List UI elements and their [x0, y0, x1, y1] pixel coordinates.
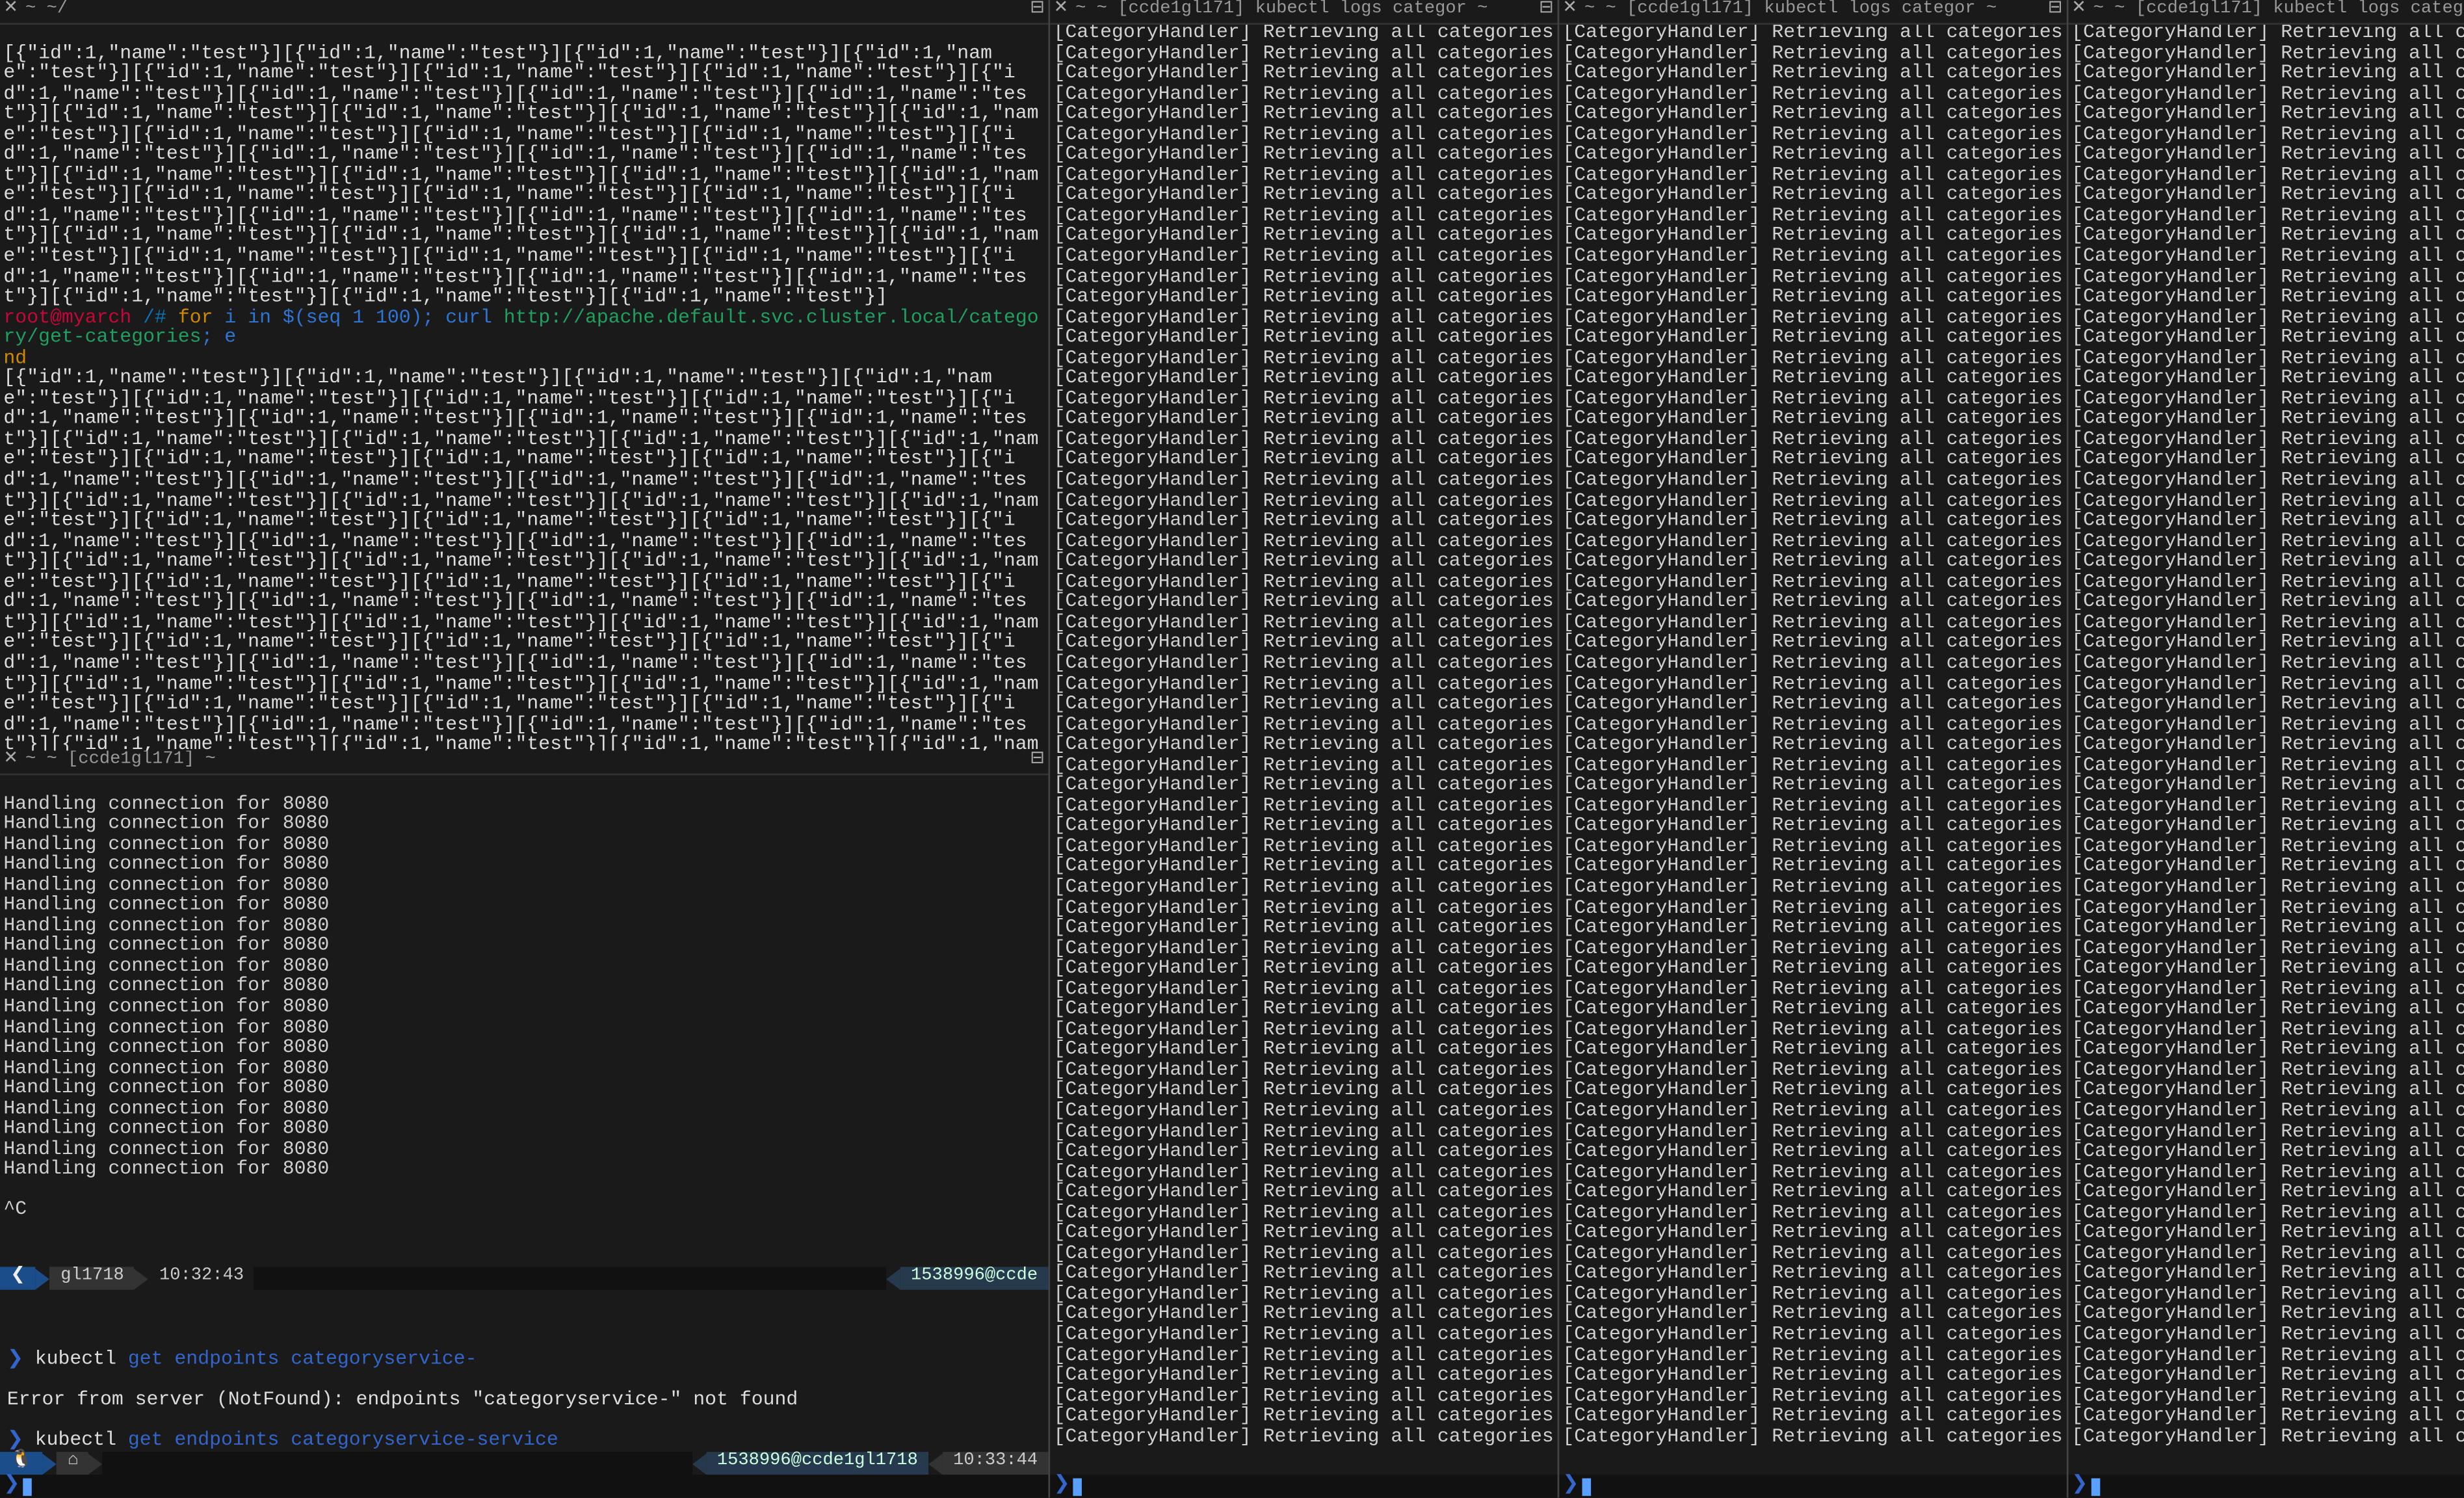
log-output: [CategoryHandler] Retrieving all categor… [1562, 25, 2062, 1449]
kubectl-cmd1: kubectl [35, 1349, 128, 1371]
status-right: 1538996@ccde [900, 1267, 1049, 1290]
json-output-mid: [{"id":1,"name":"test"}][{"id":1,"name":… [3, 369, 1038, 750]
log-pane-2[interactable]: ✕ ~ ~ [ccde1gl171] kubectl logs categor … [1557, 0, 2066, 1498]
prompt-chevron-icon: ❯ [1562, 1476, 1579, 1496]
menu-icon[interactable]: ⊟ [2048, 2, 2063, 20]
close-icon[interactable]: ✕ [2071, 2, 2086, 20]
logs-area: ✕ ~ ~ [ccde1gl171] kubectl logs categor … [1050, 0, 2464, 1498]
cursor [23, 1477, 33, 1495]
kubectl-cmd2-args: get endpoints categoryservice-service [128, 1430, 558, 1452]
menu-icon[interactable]: ⊟ [1030, 753, 1045, 771]
menu-icon[interactable]: ⊟ [1030, 2, 1045, 20]
log2-body[interactable]: [CategoryHandler] Retrieving all categor… [1559, 25, 2066, 1475]
close-icon[interactable]: ✕ [1054, 2, 1069, 20]
status-time: 10:32:43 [149, 1267, 255, 1290]
cursor [2091, 1477, 2101, 1495]
log1-body[interactable]: [CategoryHandler] Retrieving all categor… [1050, 25, 1557, 1475]
close-icon[interactable]: ✕ [1562, 2, 1577, 20]
prompt-host: root@myarch [3, 308, 131, 329]
kubectl-cmd1-args: get endpoints categoryservice- [128, 1349, 477, 1371]
cursor [1073, 1477, 1082, 1495]
for-loop-body: i in $(seq 1 100); curl [213, 308, 504, 329]
prompt-chevron-icon: ❯ [1054, 1476, 1070, 1496]
status-home-icon: ⌂ [57, 1452, 89, 1475]
log1-bottombar[interactable]: ❯ [1050, 1475, 1557, 1497]
for-keyword: for [178, 308, 213, 329]
close-icon[interactable]: ✕ [3, 753, 18, 771]
log-output: [CategoryHandler] Retrieving all categor… [2071, 25, 2464, 1449]
log3-title: ~ ~ [ccde1gl171] kubectl logs categor ~ [2093, 2, 2464, 20]
titlebar-log2: ✕ ~ ~ [ccde1gl171] kubectl logs categor … [1559, 0, 2066, 25]
status-user-host: 1538996@ccde1gl1718 [707, 1452, 929, 1475]
log2-title: ~ ~ [ccde1gl171] kubectl logs categor ~ [1584, 2, 1997, 20]
log1-title: ~ ~ [ccde1gl171] kubectl logs categor ~ [1075, 2, 1488, 20]
cursor [1582, 1477, 1592, 1495]
close-icon[interactable]: ✕ [3, 2, 18, 20]
pane1-body[interactable]: [{"id":1,"name":"test"}][{"id":1,"name":… [0, 25, 1048, 751]
titlebar-pane1: ✕ ~ ~/ ⊟ [0, 0, 1048, 25]
log-pane-3[interactable]: ✕ ~ ~ [ccde1gl171] kubectl logs categor … [2066, 0, 2464, 1498]
log-pane-1[interactable]: ✕ ~ ~ [ccde1gl171] kubectl logs categor … [1050, 0, 1557, 1498]
status-clock: 10:33:44 [943, 1452, 1049, 1475]
pane-kubectl[interactable]: ✕ ~ ~ [ccde1gl171] ~ ⊟ Handling connecti… [0, 750, 1048, 1497]
status-host-seg: gl1718 [50, 1267, 135, 1290]
kubectl-error: Error from server (NotFound): endpoints … [7, 1392, 1042, 1412]
left-bottombar[interactable]: ❯ [0, 1475, 1048, 1497]
ctrl-c: ^C [3, 1201, 27, 1222]
pane2-title: ~ ~ [ccde1gl171] ~ [25, 753, 216, 771]
prompt-dir: /# [143, 308, 166, 329]
titlebar-pane2: ✕ ~ ~ [ccde1gl171] ~ ⊟ [0, 750, 1048, 775]
status-linux-icon: 🐧 [0, 1452, 43, 1475]
left-column: ✕ ~ ~/ ⊟ [{"id":1,"name":"test"}][{"id":… [0, 0, 1050, 1498]
menu-icon[interactable]: ⊟ [1539, 2, 1554, 20]
prompt-chevron-icon: ❯ [3, 1476, 20, 1496]
pane2-statusbar-top: ❮ gl1718 10:32:43 1538996@ccde [0, 1267, 1048, 1290]
pane-curl[interactable]: ✕ ~ ~/ ⊟ [{"id":1,"name":"test"}][{"id":… [0, 0, 1048, 750]
log2-bottombar[interactable]: ❯ [1559, 1475, 2066, 1497]
log-output: [CategoryHandler] Retrieving all categor… [1054, 25, 1554, 1449]
mode-segment: ❮ [0, 1267, 36, 1290]
json-output-top: [{"id":1,"name":"test"}][{"id":1,"name":… [3, 44, 1038, 309]
log3-body[interactable]: [CategoryHandler] Retrieving all categor… [2068, 25, 2464, 1475]
port-forward-output: Handling connection for 8080 Handling co… [3, 794, 329, 1181]
prompt-sigil: ❯ [7, 1430, 23, 1452]
shell-block: ❯ kubectl get endpoints categoryservice-… [3, 1331, 1045, 1452]
pane1-title: ~ ~/ [25, 2, 68, 20]
prompt-sigil: ❯ [7, 1349, 23, 1371]
log3-bottombar[interactable]: ❯ [2068, 1475, 2464, 1497]
prompt-chevron-icon: ❯ [2071, 1476, 2088, 1496]
titlebar-log3: ✕ ~ ~ [ccde1gl171] kubectl logs categor … [2068, 0, 2464, 25]
kubectl-cmd2: kubectl [35, 1430, 128, 1452]
pane2-body[interactable]: Handling connection for 8080 Handling co… [0, 775, 1048, 1452]
cmd-tail: ; e [202, 328, 237, 350]
end-keyword: nd [3, 348, 27, 370]
left-statusbar-bottom: 🐧 ⌂ 1538996@ccde1gl1718 10:33:44 [0, 1452, 1048, 1475]
titlebar-log1: ✕ ~ ~ [ccde1gl171] kubectl logs categor … [1050, 0, 1557, 25]
